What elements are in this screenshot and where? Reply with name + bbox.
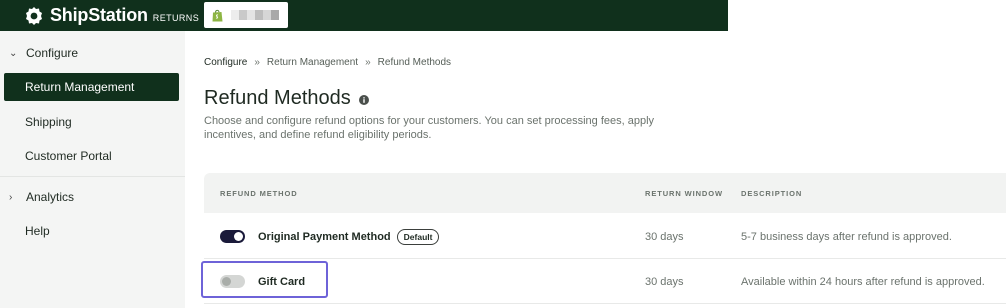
page-description: Choose and configure refund options for … (204, 115, 655, 141)
toggle-knob (234, 232, 243, 241)
gear-icon (26, 6, 42, 25)
highlight-box (201, 261, 328, 298)
chevron-right-icon: › (9, 191, 13, 203)
sidebar-item-label: Help (25, 224, 50, 238)
sidebar-item-label: Shipping (25, 115, 72, 129)
column-header-refund-method: REFUND METHOD (220, 189, 298, 198)
table-header: REFUND METHOD RETURN WINDOW DESCRIPTION (204, 173, 1006, 213)
brand-name: ShipStation (50, 5, 148, 25)
redacted-store-name (231, 10, 279, 20)
sidebar-item-label: Configure (26, 46, 79, 60)
description-cell: Available within 24 hours after refund i… (741, 275, 985, 288)
sidebar-item-analytics[interactable]: › Analytics (0, 183, 185, 211)
top-bar: ShipStation RETURNS (0, 0, 728, 31)
sidebar-item-return-management[interactable]: Return Management (4, 73, 179, 101)
topbar-blank (728, 0, 1006, 31)
column-header-description: DESCRIPTION (741, 189, 803, 198)
chevron-down-icon: ⌄ (9, 47, 18, 59)
shopify-bag-icon (212, 9, 223, 21)
return-window-cell: 30 days (645, 230, 684, 243)
info-icon[interactable] (358, 94, 369, 105)
breadcrumb-separator-icon: » (365, 57, 371, 68)
description-cell: 5-7 business days after refund is approv… (741, 230, 952, 243)
sidebar-item-customer-portal[interactable]: Customer Portal (0, 142, 185, 170)
sidebar-item-shipping[interactable]: Shipping (0, 108, 185, 136)
breadcrumb-return-management[interactable]: Return Management (267, 57, 358, 68)
breadcrumb-separator-icon: » (254, 57, 260, 68)
store-selector[interactable] (204, 2, 288, 28)
breadcrumb-current: Refund Methods (377, 57, 452, 68)
column-header-return-window: RETURN WINDOW (645, 189, 723, 198)
brand-subtitle: RETURNS (152, 13, 200, 23)
refund-method-cell: Original Payment Method Default (220, 214, 440, 259)
sidebar-item-label: Return Management (25, 80, 135, 94)
default-badge: Default (396, 228, 440, 245)
return-window-cell: 30 days (645, 275, 684, 288)
shipstation-logo[interactable]: ShipStation RETURNS (24, 5, 199, 26)
table-row: Original Payment Method Default 30 days … (204, 214, 1006, 259)
breadcrumb: Configure » Return Management » Refund M… (204, 57, 451, 68)
sidebar: ⌄ Configure Return Management Shipping C… (0, 31, 185, 308)
page-title-row: Refund Methods (204, 87, 369, 110)
sidebar-divider (0, 176, 185, 177)
sidebar-item-help[interactable]: Help (0, 217, 185, 245)
sidebar-item-configure[interactable]: ⌄ Configure (0, 39, 185, 67)
refund-method-name: Original Payment Method (258, 230, 391, 243)
sidebar-item-label: Analytics (26, 190, 75, 204)
sidebar-item-label: Customer Portal (25, 149, 112, 163)
breadcrumb-configure[interactable]: Configure (204, 57, 247, 68)
page-title: Refund Methods (204, 87, 351, 109)
original-payment-toggle[interactable] (220, 230, 245, 243)
